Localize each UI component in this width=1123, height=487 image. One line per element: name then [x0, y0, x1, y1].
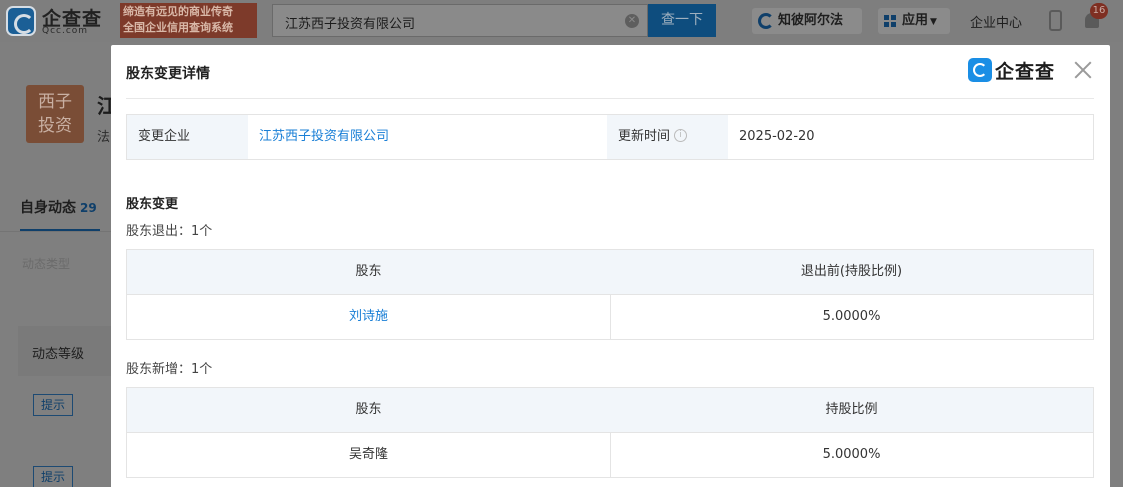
tab-label: 自身动态	[20, 200, 76, 216]
exit-heading: 股东退出：1个	[126, 224, 213, 239]
shareholder-link[interactable]: 刘诗施	[127, 295, 610, 339]
tab-count: 29	[80, 201, 97, 215]
company-logo-line-2: 投资	[38, 116, 72, 136]
mobile-phone-icon[interactable]	[1049, 10, 1062, 31]
dialog-brand-text: 企查查	[995, 61, 1056, 83]
update-time-label: 更新时间 i	[607, 115, 728, 159]
company-logo: 西子 投资	[26, 85, 84, 143]
update-time-label-text: 更新时间	[618, 129, 671, 144]
dynamic-type-filter[interactable]: 动态类型	[22, 255, 70, 272]
search-button[interactable]: 查一下	[648, 4, 716, 37]
holding-ratio: 5.0000%	[822, 309, 881, 324]
slogan-line-2: 全国企业信用查询系统	[123, 21, 233, 34]
notification-badge: 16	[1090, 3, 1108, 19]
add-heading: 股东新增：1个	[126, 362, 213, 377]
search-input[interactable]: 江苏西子投资有限公司 ✕	[272, 4, 648, 37]
caret-down-icon: ▼	[930, 17, 937, 27]
tab-self-dynamics[interactable]: 自身动态 29	[20, 197, 97, 217]
column-header-holder: 股东	[355, 402, 382, 417]
top-navigation-bar: 企查查 Qcc.com 缔造有远见的商业传奇 全国企业信用查询系统 江苏西子投资…	[0, 0, 1123, 42]
shareholder-name: 吴奇隆	[348, 447, 388, 462]
app-label: 应用	[902, 13, 929, 28]
company-link[interactable]: 江苏西子投资有限公司	[248, 115, 607, 159]
grid-icon	[884, 15, 896, 27]
shareholder-exit-table: 股东 退出前(持股比例) 刘诗施 5.0000%	[126, 249, 1094, 340]
dialog-header-divider	[126, 98, 1094, 99]
slogan-line-1: 缔造有远见的商业传奇	[123, 5, 233, 18]
column-header-holder: 股东	[355, 264, 382, 279]
qcc-brand-icon	[968, 58, 992, 82]
logo-subtext: Qcc.com	[42, 26, 89, 36]
shareholder-change-dialog: 股东变更详情 企查查 变更企业 江苏西子投资有限公司 更新时间 i 2025-02…	[111, 45, 1110, 487]
tab-divider	[0, 231, 112, 232]
column-header-ratio: 持股比例	[825, 402, 878, 417]
change-info-table: 变更企业 江苏西子投资有限公司 更新时间 i 2025-02-20	[126, 114, 1094, 160]
legal-rep-partial: 法	[97, 130, 111, 145]
tip-badge[interactable]: 提示	[33, 466, 73, 487]
company-logo-line-1: 西子	[38, 92, 72, 112]
company-label: 变更企业	[127, 115, 248, 159]
zhibi-alpha-button[interactable]: 知彼阿尔法	[752, 8, 862, 34]
search-input-value: 江苏西子投资有限公司	[285, 17, 416, 32]
holding-ratio: 5.0000%	[822, 447, 881, 462]
qcc-logo-icon	[6, 6, 36, 36]
update-time-value: 2025-02-20	[739, 129, 815, 144]
column-header-ratio: 退出前(持股比例)	[800, 264, 903, 279]
close-icon[interactable]	[1072, 59, 1094, 81]
info-icon[interactable]: i	[674, 129, 688, 142]
dynamic-level-label: 动态等级	[32, 347, 85, 362]
clear-search-icon[interactable]: ✕	[625, 14, 639, 28]
dialog-title: 股东变更详情	[126, 66, 210, 82]
tip-badge[interactable]: 提示	[33, 394, 73, 416]
shareholder-add-table: 股东 持股比例 吴奇隆 5.0000%	[126, 387, 1094, 478]
slogan-banner[interactable]: 缔造有远见的商业传奇 全国企业信用查询系统	[120, 3, 257, 38]
qcc-logo[interactable]: 企查查 Qcc.com	[6, 4, 116, 38]
zhibi-label: 知彼阿尔法	[778, 13, 844, 28]
zhibi-logo-icon	[758, 13, 774, 29]
section-title: 股东变更	[126, 197, 179, 212]
app-menu-button[interactable]: 应用 ▼	[878, 8, 950, 34]
enterprise-center-link[interactable]: 企业中心	[970, 12, 1022, 31]
